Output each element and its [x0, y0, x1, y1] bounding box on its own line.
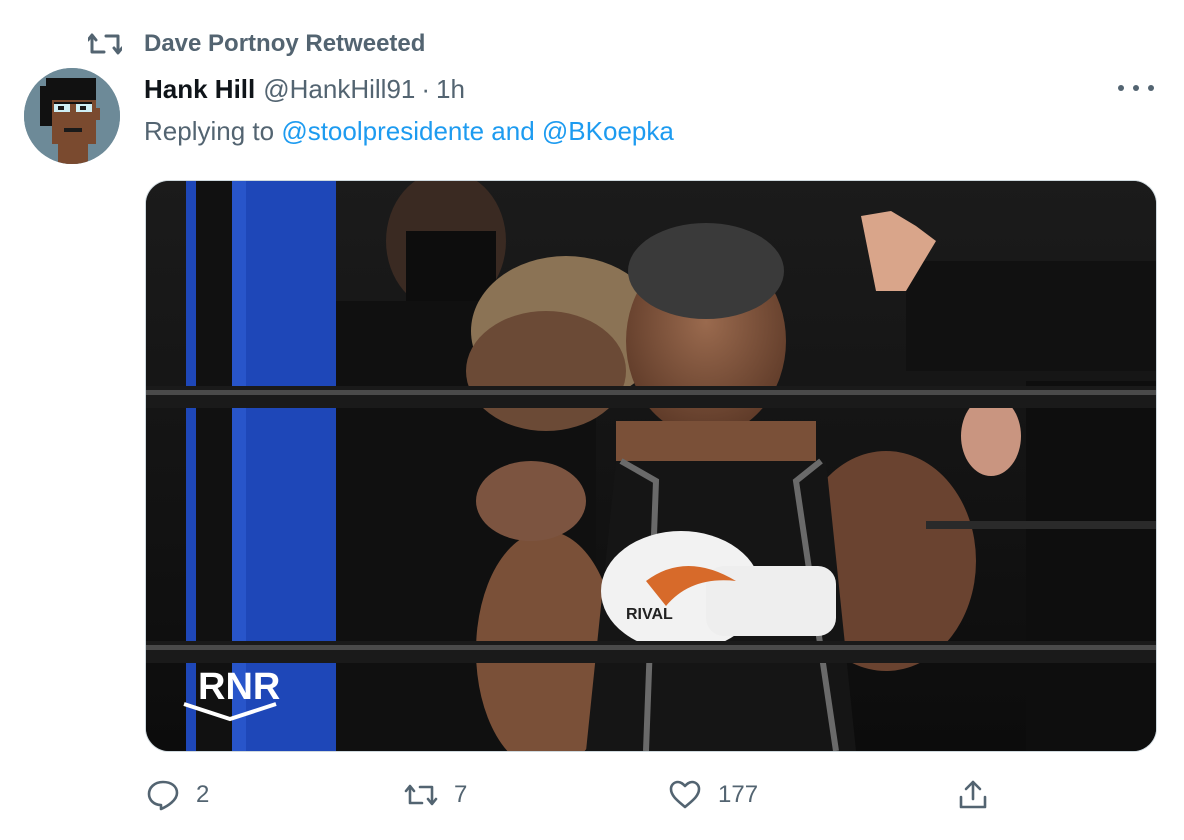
- tweet-timestamp[interactable]: 1h: [436, 74, 465, 105]
- retweet-button[interactable]: 7: [404, 770, 467, 820]
- author-handle[interactable]: @HankHill91: [263, 74, 415, 105]
- replying-prefix: Replying to: [144, 116, 275, 146]
- video-watermark-text: RNR: [198, 666, 280, 708]
- mention-link-stoolpresidente[interactable]: @stoolpresidente: [281, 116, 484, 146]
- share-icon: [959, 780, 987, 809]
- like-count: 177: [718, 781, 759, 808]
- more-dot-icon: [1118, 85, 1124, 91]
- avatar[interactable]: [24, 68, 120, 164]
- author-name[interactable]: Hank Hill: [144, 74, 255, 105]
- retweet-notice-text[interactable]: Dave Portnoy Retweeted: [144, 30, 425, 58]
- reply-button[interactable]: 2: [146, 770, 209, 820]
- tweet-header: Hank Hill @HankHill91 · 1h: [144, 72, 465, 106]
- share-button[interactable]: [956, 770, 990, 820]
- reply-count: 2: [196, 781, 210, 808]
- more-dot-icon: [1148, 85, 1154, 91]
- separator-dot: ·: [421, 73, 431, 104]
- more-options-button[interactable]: [1118, 76, 1154, 100]
- retweet-count: 7: [454, 781, 468, 808]
- mention-link-bkoepka[interactable]: @BKoepka: [542, 116, 674, 146]
- retweet-icon: [88, 33, 122, 55]
- tweet-media-image[interactable]: RIVAL RNR: [145, 180, 1157, 752]
- boxing-ring-photo: RIVAL RNR: [146, 181, 1156, 751]
- pixel-avatar-image: [24, 68, 120, 164]
- glove-brand-text: RIVAL: [626, 606, 673, 623]
- more-dot-icon: [1133, 85, 1139, 91]
- retweet-notice[interactable]: Dave Portnoy Retweeted: [88, 28, 425, 60]
- replying-to-line: Replying to @stoolpresidente and @BKoepk…: [144, 116, 674, 150]
- like-button[interactable]: 177: [668, 770, 758, 820]
- reply-icon: [147, 780, 179, 811]
- mention-joiner: and: [491, 116, 535, 146]
- tweet-actions-bar: 2 7 177: [0, 770, 1184, 820]
- retweet-icon: [404, 784, 438, 806]
- heart-icon: [669, 780, 701, 809]
